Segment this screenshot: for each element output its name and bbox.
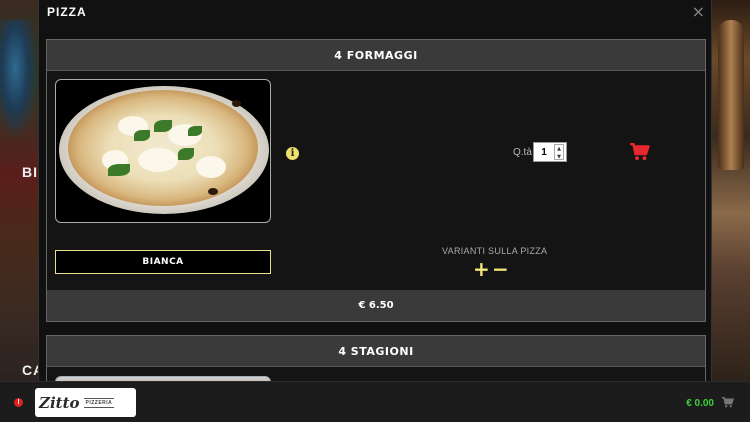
logo-tag-text: PIZZERIA <box>83 397 115 408</box>
product-name: 4 FORMAGGI <box>47 40 705 71</box>
pizzeria-logo[interactable]: Zitto PIZZERIA <box>35 388 136 417</box>
pizza-modal: PIZZA × 4 FORMAGGI i Q.tà 1 ▲ ▼ BIANCA V… <box>38 0 712 388</box>
add-variant-button[interactable]: + <box>473 259 490 279</box>
close-icon[interactable]: × <box>692 2 705 21</box>
background-pepper-mill-image <box>718 20 744 170</box>
add-to-cart-icon[interactable] <box>630 143 650 161</box>
pizza-base-button[interactable]: BIANCA <box>55 250 271 274</box>
alert-icon[interactable]: ! <box>14 398 23 407</box>
remove-variant-button[interactable]: − <box>492 259 509 279</box>
background-right-strip <box>712 0 750 388</box>
variants-label: VARIANTI SULLA PIZZA <box>442 246 548 256</box>
quantity-spin-arrows[interactable]: ▲ ▼ <box>554 144 564 160</box>
pizza-shape <box>68 90 258 206</box>
info-icon[interactable]: i <box>286 147 299 160</box>
background-bottle-image <box>0 20 38 140</box>
cart-icon[interactable] <box>722 397 734 408</box>
product-card: 4 FORMAGGI i Q.tà 1 ▲ ▼ BIANCA VARIANTI … <box>46 39 706 322</box>
product-name: 4 STAGIONI <box>47 336 705 367</box>
product-price: € 6.50 <box>47 290 705 321</box>
background-category-label: BI <box>22 164 38 180</box>
product-image <box>55 79 271 223</box>
footer-bar: ! Zitto PIZZERIA € 0.00 <box>0 381 750 422</box>
quantity-stepper[interactable]: 1 ▲ ▼ <box>533 142 567 162</box>
quantity-label: Q.tà <box>513 147 532 158</box>
quantity-value[interactable]: 1 <box>534 147 554 158</box>
background-left-strip: BI CA <box>0 0 43 388</box>
logo-script-text: Zitto <box>39 393 80 412</box>
modal-title: PIZZA <box>47 5 87 19</box>
cart-total: € 0.00 <box>686 398 714 409</box>
